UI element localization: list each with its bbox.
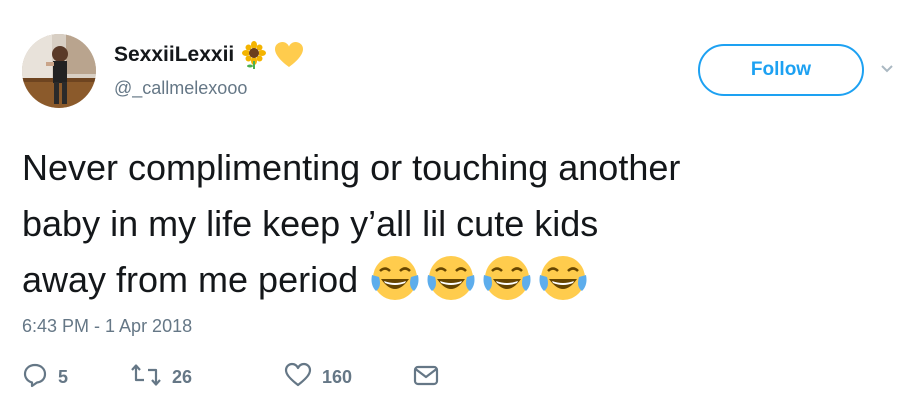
follow-button[interactable]: Follow <box>698 44 864 96</box>
tweet-text-line-content: away from me period <box>22 259 359 300</box>
tweet-text-line: baby in my life keep y’all lil cute kids <box>22 203 599 244</box>
like-button[interactable]: 160 <box>284 362 352 392</box>
yellow-heart-icon <box>274 41 304 69</box>
chevron-down-icon[interactable] <box>880 62 894 76</box>
like-icon <box>284 362 312 393</box>
reply-count: 5 <box>58 366 69 387</box>
author-display-name[interactable]: SexxiiLexxii <box>114 43 234 67</box>
tweet-text-line: Never complimenting or touching another <box>22 147 681 188</box>
retweet-count: 26 <box>172 366 193 387</box>
tweet-text: Never complimenting or touching another … <box>22 140 882 308</box>
face-with-tears-of-joy-icon <box>536 251 590 305</box>
direct-message-button[interactable] <box>412 362 440 392</box>
retweet-icon <box>130 362 162 393</box>
reply-button[interactable]: 5 <box>22 362 68 392</box>
author-handle[interactable]: @_callmelexooo <box>114 78 247 99</box>
tweet-text-line-last: away from me period <box>22 252 882 308</box>
tweet-card: SexxiiLexxii @_callmelexooo Follow Never… <box>0 0 900 400</box>
emoji-row <box>368 251 590 305</box>
avatar[interactable] <box>22 34 96 108</box>
direct-message-icon <box>412 362 440 393</box>
author-name-row[interactable]: SexxiiLexxii <box>114 40 304 70</box>
face-with-tears-of-joy-icon <box>424 251 478 305</box>
tweet-timestamp[interactable]: 6:43 PM - 1 Apr 2018 <box>22 316 192 337</box>
face-with-tears-of-joy-icon <box>480 251 534 305</box>
like-count: 160 <box>322 366 353 387</box>
face-with-tears-of-joy-icon <box>368 251 422 305</box>
reply-icon <box>22 362 48 393</box>
retweet-button[interactable]: 26 <box>130 362 192 392</box>
sunflower-icon <box>240 41 268 69</box>
